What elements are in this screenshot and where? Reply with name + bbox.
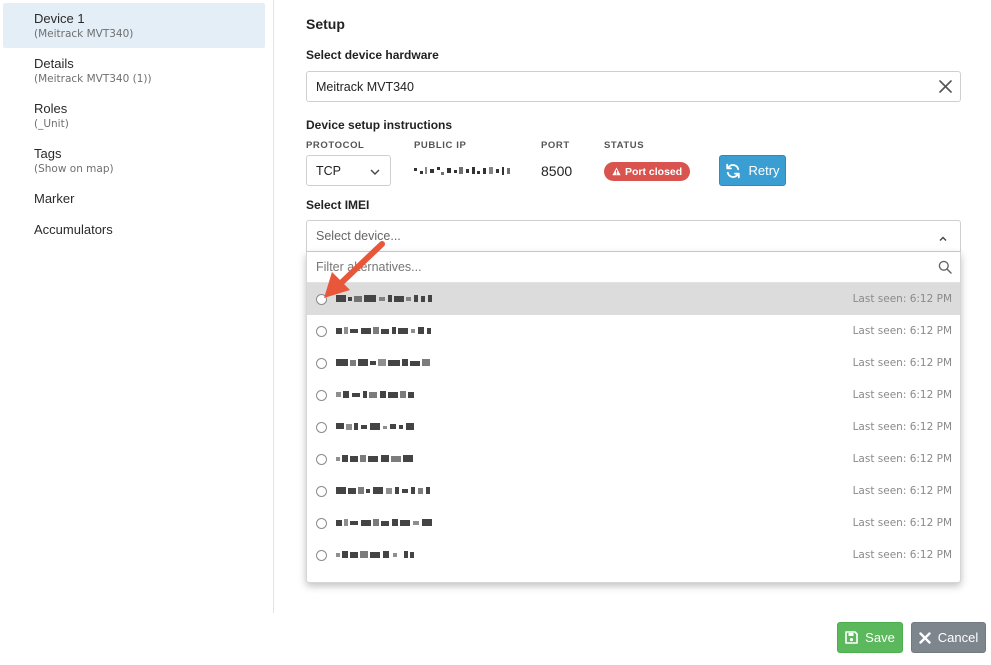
protocol-value: TCP bbox=[316, 163, 341, 178]
clear-icon[interactable] bbox=[930, 72, 960, 102]
imei-option[interactable]: Last seen: 6:12 PM bbox=[307, 507, 960, 539]
imei-option[interactable]: Last seen: 6:12 PM bbox=[307, 539, 960, 571]
imei-select[interactable]: Select device... bbox=[306, 220, 961, 252]
save-label: Save bbox=[865, 630, 895, 645]
instructions-label: Device setup instructions bbox=[306, 118, 453, 132]
sidebar-item-accumulators[interactable]: Accumulators bbox=[3, 214, 265, 245]
radio-button[interactable] bbox=[316, 549, 327, 561]
filter-input[interactable] bbox=[316, 260, 916, 274]
imei-option[interactable]: Last seen: 6:12 PM bbox=[307, 475, 960, 507]
port-value: 8500 bbox=[541, 163, 573, 179]
radio-button[interactable] bbox=[316, 325, 327, 337]
radio-button[interactable] bbox=[316, 421, 327, 433]
sidebar-item-details[interactable]: Details (Meitrack MVT340 (1)) bbox=[3, 48, 265, 93]
chevron-up-icon bbox=[938, 232, 948, 246]
search-icon bbox=[938, 260, 952, 277]
imei-dropdown: Last seen: 6:12 PM Last seen: 6:12 PM La… bbox=[306, 252, 961, 583]
close-icon bbox=[919, 631, 931, 644]
imei-value-redacted bbox=[336, 519, 432, 526]
last-seen: Last seen: 6:12 PM bbox=[852, 325, 952, 337]
save-icon bbox=[845, 631, 858, 644]
imei-option[interactable]: Last seen: 6:12 PM bbox=[307, 411, 960, 443]
sidebar-item-tags[interactable]: Tags (Show on map) bbox=[3, 138, 265, 183]
warning-icon bbox=[612, 167, 621, 176]
imei-value-redacted bbox=[336, 455, 413, 462]
last-seen: Last seen: 6:12 PM bbox=[852, 389, 952, 401]
sidebar-item-roles[interactable]: Roles (_Unit) bbox=[3, 93, 265, 138]
sidebar-item-subtitle: (_Unit) bbox=[34, 118, 69, 130]
radio-button[interactable] bbox=[316, 485, 327, 497]
hardware-select[interactable]: Meitrack MVT340 bbox=[306, 71, 961, 102]
radio-button[interactable] bbox=[316, 293, 327, 305]
protocol-header: PROTOCOL bbox=[306, 140, 365, 151]
sidebar-item-subtitle: (Meitrack MVT340 (1)) bbox=[34, 73, 152, 85]
imei-value-redacted bbox=[336, 359, 430, 366]
sidebar-item-title: Roles bbox=[34, 101, 68, 116]
sidebar-item-device-1[interactable]: Device 1 (Meitrack MVT340) bbox=[3, 3, 265, 48]
last-seen: Last seen: 6:12 PM bbox=[852, 485, 952, 497]
status-header: STATUS bbox=[604, 140, 645, 151]
save-button[interactable]: Save bbox=[837, 622, 903, 653]
hardware-value: Meitrack MVT340 bbox=[316, 79, 414, 94]
imei-option[interactable]: Last seen: 6:12 PM bbox=[307, 283, 960, 315]
sidebar-item-subtitle: (Show on map) bbox=[34, 163, 114, 175]
imei-value-redacted bbox=[336, 391, 414, 398]
retry-button[interactable]: Retry bbox=[719, 155, 786, 186]
port-header: PORT bbox=[541, 140, 570, 151]
imei-value-redacted bbox=[336, 327, 431, 334]
radio-button[interactable] bbox=[316, 357, 327, 369]
radio-button[interactable] bbox=[316, 389, 327, 401]
retry-label: Retry bbox=[748, 163, 780, 178]
chevron-down-icon bbox=[370, 165, 380, 179]
last-seen: Last seen: 6:12 PM bbox=[852, 293, 952, 305]
imei-option[interactable]: Last seen: 6:12 PM bbox=[307, 379, 960, 411]
sidebar: Device 1 (Meitrack MVT340) Details (Meit… bbox=[0, 0, 274, 613]
imei-option[interactable]: Last seen: 6:12 PM bbox=[307, 443, 960, 475]
last-seen: Last seen: 6:12 PM bbox=[852, 453, 952, 465]
sidebar-item-title: Accumulators bbox=[34, 222, 113, 237]
protocol-select[interactable]: TCP bbox=[306, 155, 391, 186]
sidebar-item-title: Tags bbox=[34, 146, 62, 161]
radio-button[interactable] bbox=[316, 453, 327, 465]
last-seen: Last seen: 6:12 PM bbox=[852, 357, 952, 369]
sidebar-item-marker[interactable]: Marker bbox=[3, 183, 265, 214]
public-ip-redacted bbox=[414, 167, 510, 175]
imei-value-redacted bbox=[336, 295, 432, 302]
sidebar-item-subtitle: (Meitrack MVT340) bbox=[34, 28, 134, 40]
sidebar-item-title: Marker bbox=[34, 191, 75, 206]
public-ip-header: PUBLIC IP bbox=[414, 140, 467, 151]
imei-option[interactable]: Last seen: 6:12 PM bbox=[307, 347, 960, 379]
imei-option[interactable]: Last seen: 6:12 PM bbox=[307, 315, 960, 347]
radio-button[interactable] bbox=[316, 517, 327, 529]
last-seen: Last seen: 6:12 PM bbox=[852, 517, 952, 529]
last-seen: Last seen: 6:12 PM bbox=[852, 549, 952, 561]
last-seen: Last seen: 6:12 PM bbox=[852, 421, 952, 433]
hardware-label: Select device hardware bbox=[306, 48, 439, 62]
status-text: Port closed bbox=[625, 165, 683, 178]
sidebar-item-title: Details bbox=[34, 56, 74, 71]
cancel-label: Cancel bbox=[937, 630, 979, 645]
imei-label: Select IMEI bbox=[306, 198, 370, 212]
refresh-icon bbox=[726, 163, 741, 178]
cancel-button[interactable]: Cancel bbox=[911, 622, 986, 653]
imei-placeholder: Select device... bbox=[316, 229, 401, 243]
filter-row bbox=[307, 252, 960, 283]
sidebar-item-title: Device 1 bbox=[34, 11, 85, 26]
status-badge: Port closed bbox=[604, 162, 691, 181]
section-title: Setup bbox=[306, 16, 345, 32]
imei-value-redacted bbox=[336, 551, 414, 558]
imei-value-redacted bbox=[336, 487, 430, 494]
imei-value-redacted bbox=[336, 423, 414, 430]
